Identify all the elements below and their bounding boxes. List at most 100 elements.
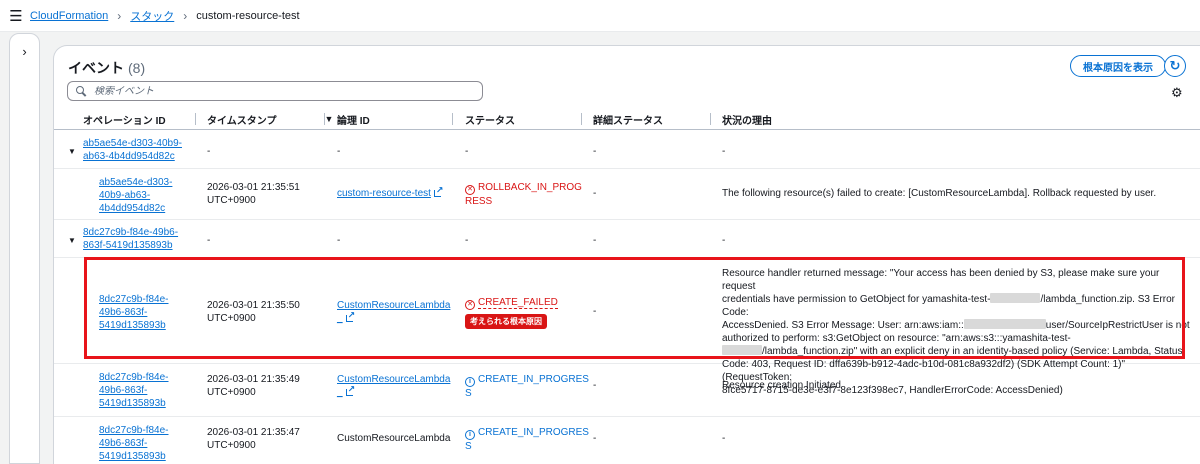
operation-id-line[interactable]: 4b4dd954d82c <box>99 202 172 215</box>
logical-id-cell: CustomResourceLambda <box>337 433 451 444</box>
table-row: 8dc27c9b-f84e- 49b6-863f- 5419d135893b 2… <box>54 365 1200 417</box>
redacted-text <box>963 319 1046 329</box>
column-divider[interactable] <box>710 113 711 125</box>
column-header-timestamp[interactable]: タイムスタンプ ▼ <box>207 108 333 130</box>
operation-id-line[interactable]: 49b6-863f- <box>99 306 169 319</box>
error-status-icon: ✕ <box>465 185 475 195</box>
search-box[interactable] <box>67 81 483 101</box>
operation-id-line[interactable]: 863f-5419d135893b <box>83 239 178 252</box>
reason-line: Resource handler returned message: "Your… <box>722 268 1160 292</box>
table-row: 8dc27c9b-f84e- 49b6-863f- 5419d135893b 2… <box>54 418 1200 464</box>
status-cell: ✕ CREATE_FAILED 考えられる根本原因 <box>465 296 558 329</box>
operation-id-line[interactable]: 8dc27c9b-f84e- <box>99 293 169 306</box>
operation-id-link[interactable]: 8dc27c9b-f84e- 49b6-863f- 5419d135893b <box>99 424 169 463</box>
external-link-icon[interactable] <box>345 309 355 322</box>
collapse-caret-icon[interactable]: ▼ <box>68 236 76 245</box>
status-text[interactable]: CREATE_FAILED <box>478 297 558 309</box>
search-input[interactable] <box>94 85 474 97</box>
error-status-icon: ✕ <box>465 300 475 310</box>
operation-id-line[interactable]: ab5ae54e-d303- <box>99 176 172 189</box>
timestamp-cell: 2026-03-01 21:35:49 UTC+0900 <box>207 373 300 399</box>
table-header: オペレーション ID タイムスタンプ ▼ 論理 ID ステータス 詳細ステータス… <box>54 108 1200 130</box>
column-divider[interactable] <box>324 113 325 125</box>
operation-id-line[interactable]: 5419d135893b <box>99 397 169 410</box>
chevron-right-icon: › <box>183 8 188 23</box>
table-row-group: ▼ 8dc27c9b-f84e-49b6- 863f-5419d135893b … <box>54 221 1200 258</box>
status-cell: - <box>465 235 469 246</box>
timestamp-date: 2026-03-01 21:35:51 <box>207 182 300 193</box>
logical-id-link[interactable]: CustomResourceLambda _ <box>337 373 450 399</box>
logical-id-text-wrap[interactable]: _ <box>337 387 343 398</box>
operation-id-line[interactable]: 8dc27c9b-f84e- <box>99 371 169 384</box>
timestamp-cell: - <box>207 235 211 246</box>
timestamp-date: 2026-03-01 21:35:50 <box>207 300 300 311</box>
column-header-status[interactable]: ステータス <box>465 108 515 130</box>
status-text: ROLLBACK_IN_PROG <box>478 182 582 193</box>
breadcrumb-stacks[interactable]: スタック <box>130 8 174 24</box>
logical-id-link[interactable]: CustomResourceLambda _ <box>337 299 450 325</box>
collapse-caret-icon[interactable]: ▼ <box>68 147 76 156</box>
column-header-timestamp-label: タイムスタンプ <box>207 115 277 127</box>
column-header-detailed-status[interactable]: 詳細ステータス <box>593 108 663 130</box>
detailed-status-cell: - <box>593 146 597 157</box>
logical-id-link[interactable]: custom-resource-test <box>337 184 443 200</box>
side-panel-strip: › <box>9 33 40 464</box>
expand-side-panel-icon[interactable]: › <box>10 44 39 59</box>
refresh-icon: ↻ <box>1169 58 1181 73</box>
operation-id-link[interactable]: 8dc27c9b-f84e- 49b6-863f- 5419d135893b <box>99 293 169 332</box>
breadcrumb-current: custom-resource-test <box>196 9 300 22</box>
reason-cell: Resource creation Initiated <box>722 380 841 391</box>
timestamp-timezone: UTC+0900 <box>207 195 256 206</box>
operation-id-line[interactable]: 49b6-863f- <box>99 437 169 450</box>
operation-id-line[interactable]: 40b9-ab63- <box>99 189 172 202</box>
timestamp-cell: 2026-03-01 21:35:50 UTC+0900 <box>207 299 300 325</box>
logical-id-cell: - <box>337 235 341 246</box>
root-cause-badge[interactable]: 考えられる根本原因 <box>465 314 547 329</box>
operation-id-link[interactable]: 8dc27c9b-f84e-49b6- 863f-5419d135893b <box>83 226 178 252</box>
detailed-status-cell: - <box>593 235 597 246</box>
external-link-icon[interactable] <box>433 184 443 197</box>
timestamp-date: 2026-03-01 21:35:47 <box>207 427 300 438</box>
operation-id-line[interactable]: 5419d135893b <box>99 319 169 332</box>
top-navigation-bar: ☰ CloudFormation › スタック › custom-resourc… <box>0 0 1200 32</box>
menu-icon[interactable]: ☰ <box>0 0 32 32</box>
operation-id-line[interactable]: ab63-4b4dd954d82c <box>83 150 182 163</box>
logical-id-text-wrap[interactable]: _ <box>337 313 343 324</box>
sort-descending-icon[interactable]: ▼ <box>325 114 334 124</box>
breadcrumb-cloudformation[interactable]: CloudFormation <box>30 10 108 22</box>
logical-id-text[interactable]: custom-resource-test <box>337 188 431 199</box>
reason-cell: - <box>722 433 726 444</box>
status-cell: i CREATE_IN_PROGRES S <box>465 373 589 400</box>
table-row-failed: 8dc27c9b-f84e- 49b6-863f- 5419d135893b 2… <box>54 259 1200 396</box>
refresh-button[interactable]: ↻ <box>1164 55 1186 77</box>
operation-id-link[interactable]: ab5ae54e-d303- 40b9-ab63- 4b4dd954d82c <box>99 176 172 215</box>
column-divider[interactable] <box>452 113 453 125</box>
column-header-operation-id[interactable]: オペレーション ID <box>83 108 166 130</box>
detailed-status-cell: - <box>593 306 597 317</box>
operation-id-link[interactable]: ab5ae54e-d303-40b9- ab63-4b4dd954d82c <box>83 137 182 163</box>
detailed-status-cell: - <box>593 433 597 444</box>
column-header-logical-id[interactable]: 論理 ID <box>337 108 370 130</box>
info-status-icon: i <box>465 430 475 440</box>
reason-line: user/SourceIpRestrictUser is not <box>1045 320 1190 331</box>
status-cell: - <box>465 146 469 157</box>
column-header-reason[interactable]: 状況の理由 <box>722 108 772 130</box>
breadcrumb: CloudFormation › スタック › custom-resource-… <box>30 8 300 24</box>
operation-id-line[interactable]: 5419d135893b <box>99 450 169 463</box>
reason-line: credentials have permission to GetObject… <box>722 294 991 305</box>
operation-id-line[interactable]: 8dc27c9b-f84e- <box>99 424 169 437</box>
operation-id-line[interactable]: ab5ae54e-d303-40b9- <box>83 137 182 150</box>
operation-id-line[interactable]: 49b6-863f- <box>99 384 169 397</box>
operation-id-link[interactable]: 8dc27c9b-f84e- 49b6-863f- 5419d135893b <box>99 371 169 410</box>
settings-gear-icon[interactable]: ⚙ <box>1171 85 1183 101</box>
show-root-cause-button[interactable]: 根本原因を表示 <box>1070 55 1166 77</box>
column-divider[interactable] <box>195 113 196 125</box>
timestamp-date: 2026-03-01 21:35:49 <box>207 374 300 385</box>
operation-id-line[interactable]: 8dc27c9b-f84e-49b6- <box>83 226 178 239</box>
column-divider[interactable] <box>581 113 582 125</box>
chevron-right-icon: › <box>117 8 122 23</box>
external-link-icon[interactable] <box>345 383 355 396</box>
panel-title-text: イベント <box>68 60 124 76</box>
search-icon <box>76 86 86 96</box>
info-status-icon: i <box>465 377 475 387</box>
